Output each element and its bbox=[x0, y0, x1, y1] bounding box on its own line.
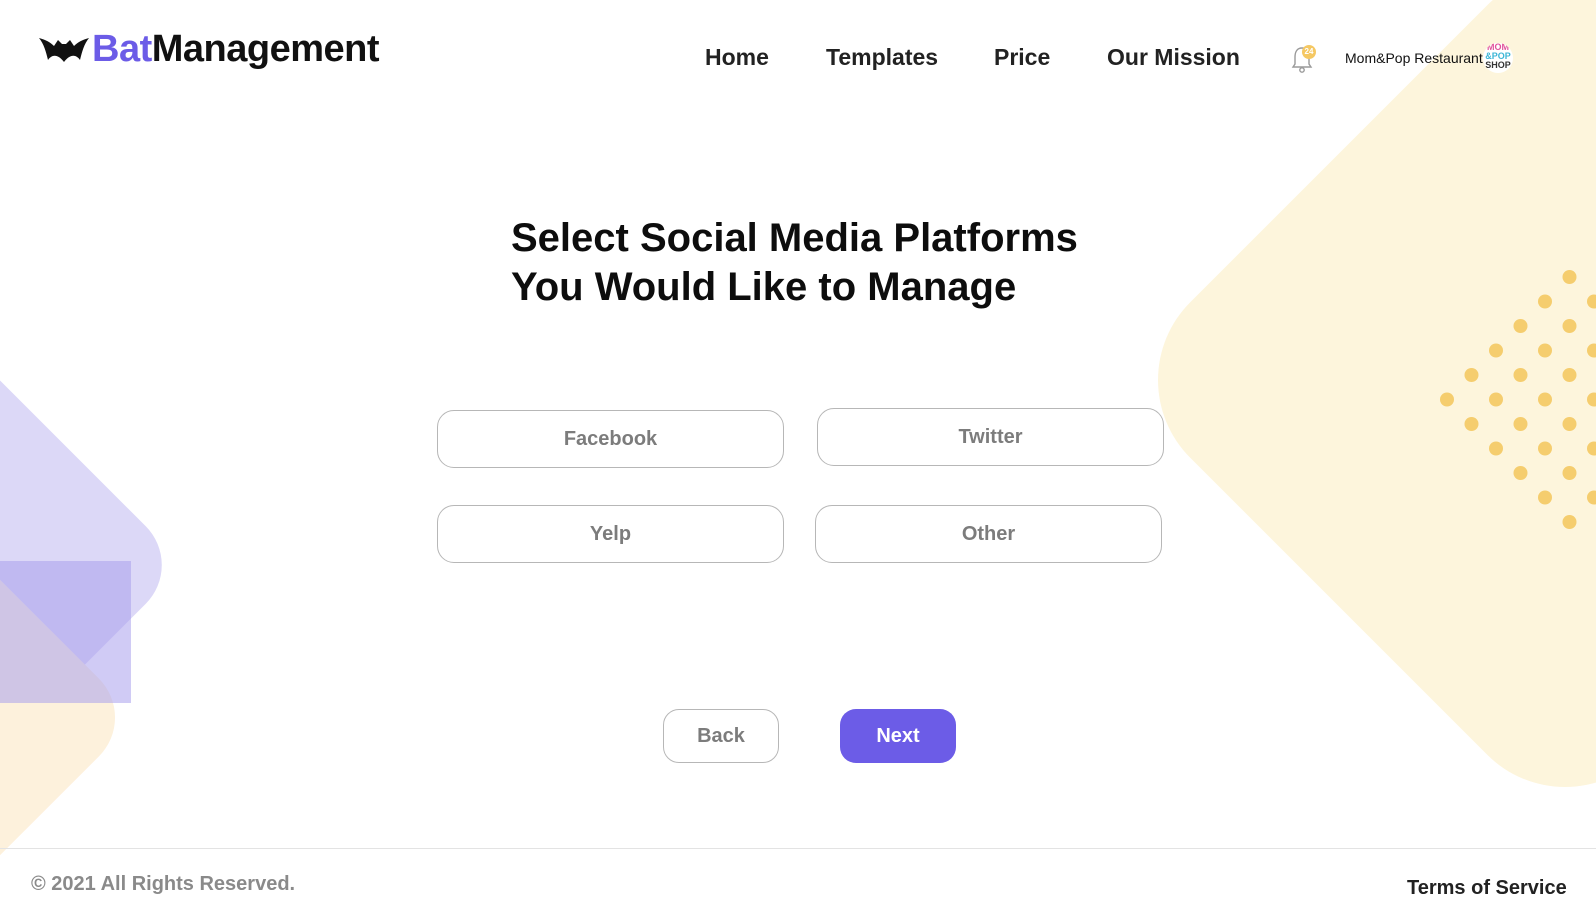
decor-dot bbox=[1562, 368, 1577, 382]
decor-dot bbox=[1538, 490, 1552, 505]
avatar-text-line3: SHOP bbox=[1485, 60, 1511, 70]
decor-peach-diamond bbox=[0, 537, 138, 898]
brand-name-management: Management bbox=[151, 28, 380, 70]
decor-dot bbox=[1489, 343, 1503, 358]
decor-dot bbox=[1513, 368, 1528, 382]
page-title: Select Social Media Platforms You Would … bbox=[511, 214, 1078, 312]
decor-lavender-diamond bbox=[0, 310, 185, 820]
brand-name: BatManagement bbox=[92, 28, 380, 70]
platform-option-facebook[interactable]: Facebook bbox=[437, 410, 784, 468]
decor-dot bbox=[1562, 515, 1577, 529]
brand-logo[interactable]: BatManagement bbox=[38, 28, 380, 70]
decor-dot bbox=[1513, 466, 1528, 480]
page-title-line2: You Would Like to Manage bbox=[511, 265, 1017, 309]
decor-dot bbox=[1587, 294, 1596, 309]
platform-option-other[interactable]: Other bbox=[815, 505, 1162, 563]
decor-dot bbox=[1464, 368, 1479, 382]
decor-dot bbox=[1562, 319, 1577, 333]
decor-dot bbox=[1489, 441, 1503, 456]
decor-dot bbox=[1440, 392, 1454, 407]
platform-option-yelp[interactable]: Yelp bbox=[437, 505, 784, 563]
decor-dot bbox=[1587, 343, 1596, 358]
decor-yellow-diamond bbox=[1112, 0, 1596, 833]
nav-home[interactable]: Home bbox=[705, 44, 769, 71]
decor-dot bbox=[1587, 490, 1596, 505]
decor-dot bbox=[1562, 270, 1577, 284]
copyright-text: © 2021 All Rights Reserved. bbox=[31, 873, 296, 895]
decor-dot bbox=[1538, 441, 1552, 456]
decor-dot bbox=[1538, 392, 1552, 407]
decor-lavender-rect bbox=[0, 561, 131, 703]
terms-of-service-link[interactable]: Terms of Service bbox=[1407, 877, 1567, 900]
decor-dot bbox=[1538, 343, 1552, 358]
decor-dot bbox=[1587, 441, 1596, 456]
page-title-line1: Select Social Media Platforms bbox=[511, 216, 1078, 260]
back-button[interactable]: Back bbox=[663, 709, 779, 763]
nav-our-mission[interactable]: Our Mission bbox=[1107, 44, 1240, 71]
decor-dot bbox=[1513, 319, 1528, 333]
notification-badge: 24 bbox=[1302, 45, 1316, 59]
decor-dot bbox=[1464, 417, 1479, 431]
decor-dot bbox=[1562, 466, 1577, 480]
footer-divider bbox=[0, 848, 1596, 849]
bat-icon bbox=[39, 38, 89, 62]
next-button[interactable]: Next bbox=[840, 709, 956, 763]
platform-option-twitter[interactable]: Twitter bbox=[817, 408, 1164, 466]
decor-dot-pattern bbox=[1440, 270, 1596, 529]
decor-dot bbox=[1513, 417, 1528, 431]
avatar[interactable]: MOM &POP SHOP bbox=[1483, 43, 1513, 73]
brand-name-bat: Bat bbox=[92, 28, 152, 70]
decor-dot bbox=[1489, 392, 1503, 407]
nav-price[interactable]: Price bbox=[994, 44, 1050, 71]
decor-dot bbox=[1538, 294, 1552, 309]
nav-templates[interactable]: Templates bbox=[826, 44, 938, 71]
profile-name[interactable]: Mom&Pop Restaurant bbox=[1345, 50, 1483, 66]
decor-dot bbox=[1562, 417, 1577, 431]
decor-dot bbox=[1587, 392, 1596, 407]
